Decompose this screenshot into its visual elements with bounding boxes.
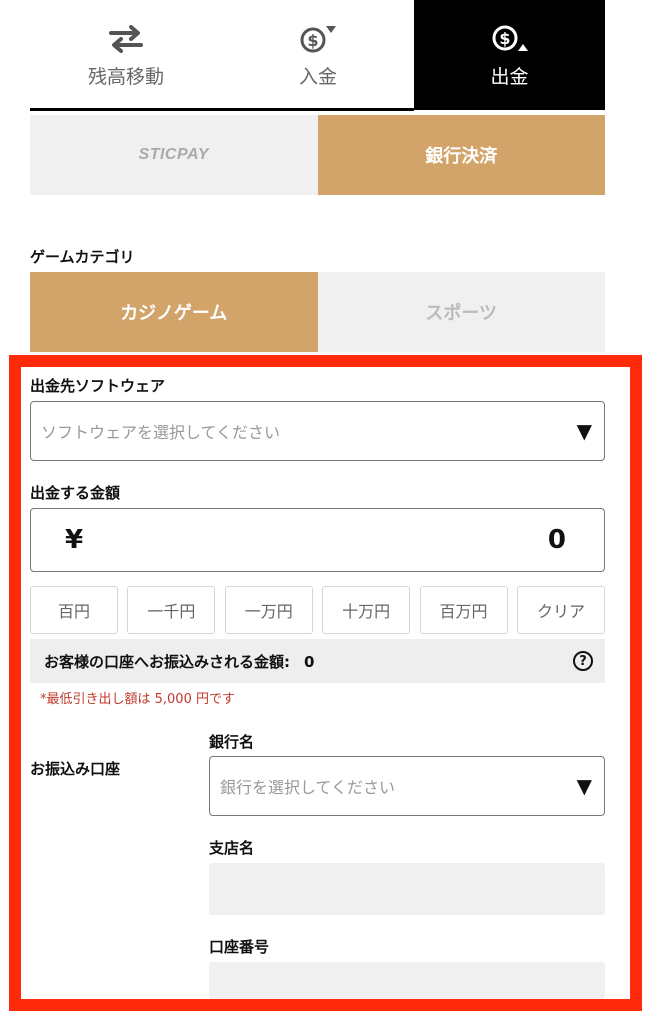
software-placeholder: ソフトウェアを選択してください: [41, 423, 281, 442]
yen-icon: ¥: [65, 525, 84, 555]
dropdown-arrow-icon: ▼: [576, 419, 592, 443]
add-1000000-button[interactable]: 百万円: [419, 586, 508, 634]
add-100000-button[interactable]: 十万円: [322, 586, 411, 634]
bank-select[interactable]: 銀行を選択してください ▼: [209, 756, 605, 816]
dollar-coin-up-icon: $: [490, 22, 530, 56]
bank-placeholder: 銀行を選択してください: [220, 778, 396, 797]
bank-name-label: 銀行名: [209, 733, 255, 751]
game-category-tabs: カジノゲーム スポーツ: [30, 272, 605, 352]
add-100-button[interactable]: 百円: [30, 586, 118, 634]
tab-bank-payment[interactable]: 銀行決済: [317, 115, 605, 195]
transfer-amount-bar: お客様の口座へお振込みされる金額: 0 ?: [30, 639, 605, 683]
tab-label: カジノゲーム: [120, 303, 228, 324]
transfer-amount-label: お客様の口座へお振込みされる金額:: [44, 652, 291, 671]
tab-label: 銀行決済: [425, 146, 498, 167]
tab-label: スポーツ: [425, 303, 498, 324]
transfer-amount-value: 0: [304, 652, 315, 671]
sticpay-logo: STICPAY: [138, 146, 209, 163]
tab-casino-games[interactable]: カジノゲーム: [30, 272, 318, 352]
software-select[interactable]: ソフトウェアを選択してください ▼: [30, 401, 605, 461]
tab-sports[interactable]: スポーツ: [317, 272, 605, 352]
transfer-arrows-icon: [107, 22, 145, 56]
dollar-coin-down-icon: $: [298, 22, 338, 56]
minimum-withdrawal-note: *最低引き出し額は 5,000 円です: [40, 692, 235, 707]
software-label: 出金先ソフトウェア: [30, 377, 166, 395]
tab-balance-transfer[interactable]: 残高移動: [30, 0, 222, 110]
dropdown-arrow-icon: ▼: [576, 774, 592, 798]
account-number-input[interactable]: [209, 962, 605, 999]
top-tabs: 残高移動 $ 入金 $ 出金: [30, 0, 605, 110]
tab-label: 出金: [490, 65, 529, 88]
tab-withdraw[interactable]: $ 出金: [414, 0, 605, 110]
tab-underline: [30, 108, 414, 111]
clear-button[interactable]: クリア: [516, 586, 605, 634]
amount-value: 0: [547, 525, 566, 555]
amount-input[interactable]: ¥ 0: [30, 508, 605, 572]
svg-text:$: $: [499, 29, 510, 48]
branch-name-input[interactable]: [209, 863, 605, 915]
add-10000-button[interactable]: 一万円: [224, 586, 313, 634]
quick-amount-buttons: 百円 一千円 一万円 十万円 百万円 クリア: [30, 586, 605, 634]
payment-method-tabs: STICPAY 銀行決済: [30, 115, 605, 195]
account-section-label: お振込み口座: [30, 760, 121, 778]
account-number-label: 口座番号: [209, 938, 270, 956]
svg-text:$: $: [307, 31, 318, 50]
game-category-label: ゲームカテゴリ: [30, 248, 135, 266]
branch-name-label: 支店名: [209, 839, 255, 857]
tab-sticpay[interactable]: STICPAY: [30, 115, 318, 195]
help-icon[interactable]: ?: [573, 651, 593, 671]
tab-deposit[interactable]: $ 入金: [222, 0, 414, 110]
tab-label: 残高移動: [87, 65, 164, 88]
amount-label: 出金する金額: [30, 484, 121, 502]
tab-label: 入金: [298, 65, 337, 88]
add-1000-button[interactable]: 一千円: [127, 586, 216, 634]
